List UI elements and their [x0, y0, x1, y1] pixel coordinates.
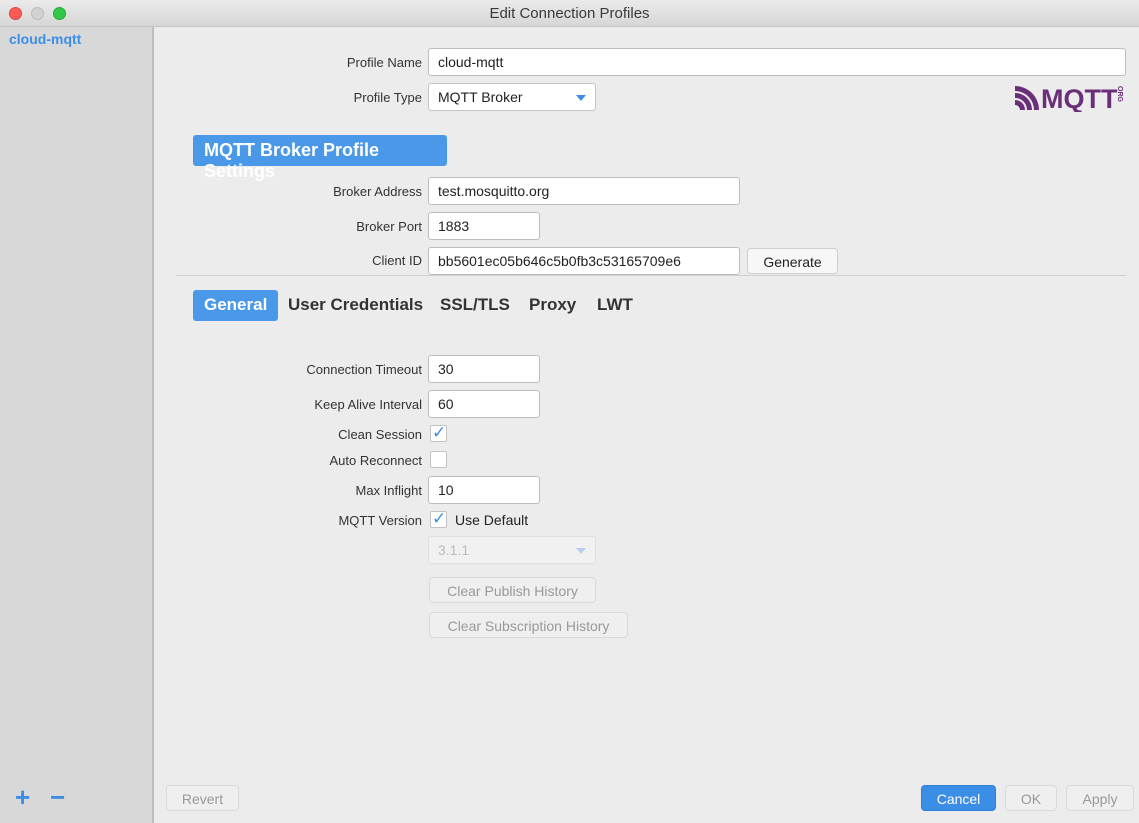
broker-section-title: MQTT Broker Profile Settings	[193, 135, 447, 181]
mqtt-version-value: 3.1.1	[438, 542, 470, 558]
sidebar-item-cloud-mqtt[interactable]: cloud-mqtt	[9, 31, 81, 47]
use-default-label: Use Default	[455, 512, 529, 528]
mqtt-logo-suffix: ORG	[1116, 86, 1123, 103]
clear-subscription-history-button[interactable]: Clear Subscription History	[429, 612, 628, 638]
mqtt-version-label: MQTT Version	[338, 513, 422, 528]
chevron-down-icon	[576, 548, 586, 554]
broker-address-label: Broker Address	[333, 184, 422, 199]
cancel-button[interactable]: Cancel	[921, 785, 996, 811]
auto-reconnect-checkbox[interactable]	[430, 451, 447, 468]
checkmark-icon: ✓	[432, 509, 447, 528]
generate-button[interactable]: Generate	[747, 248, 838, 274]
tab-general[interactable]: General	[193, 290, 279, 321]
title-bar: Edit Connection Profiles	[0, 0, 1139, 27]
apply-button[interactable]: Apply	[1066, 785, 1134, 811]
profile-type-label: Profile Type	[353, 90, 422, 105]
tab-lwt[interactable]: LWT	[597, 290, 633, 321]
keep-alive-input[interactable]: 60	[428, 390, 540, 418]
connection-timeout-label: Connection Timeout	[306, 362, 422, 377]
divider	[176, 275, 1126, 276]
tab-ssl-tls[interactable]: SSL/TLS	[440, 290, 510, 321]
broker-port-input[interactable]: 1883	[428, 212, 540, 240]
profile-type-select[interactable]: MQTT Broker	[428, 83, 596, 111]
use-default-checkbox[interactable]: ✓	[430, 509, 447, 528]
broker-port-label: Broker Port	[356, 219, 422, 234]
window-title: Edit Connection Profiles	[489, 5, 650, 22]
keep-alive-label: Keep Alive Interval	[314, 397, 422, 412]
revert-button[interactable]: Revert	[166, 785, 239, 811]
remove-profile-button[interactable]: −	[50, 784, 65, 810]
profile-name-label: Profile Name	[346, 55, 422, 70]
mqtt-logo: MQTT ORG	[1015, 84, 1123, 112]
checkmark-icon: ✓	[432, 423, 447, 442]
mqtt-version-select[interactable]: 3.1.1	[428, 536, 596, 564]
broker-address-input[interactable]: test.mosquitto.org	[428, 177, 740, 205]
ok-button[interactable]: OK	[1005, 785, 1057, 811]
chevron-down-icon	[576, 95, 586, 101]
profiles-sidebar: cloud-mqtt + −	[0, 27, 154, 823]
clean-session-checkbox[interactable]: ✓	[430, 423, 447, 442]
auto-reconnect-label: Auto Reconnect	[329, 453, 422, 468]
profile-type-value: MQTT Broker	[438, 89, 523, 105]
clean-session-label: Clean Session	[338, 427, 422, 442]
mqtt-logo-text: MQTT	[1041, 84, 1118, 112]
profile-name-input[interactable]: cloud-mqtt	[428, 48, 1126, 76]
tab-user-credentials[interactable]: User Credentials	[288, 290, 423, 321]
tab-proxy[interactable]: Proxy	[529, 290, 576, 321]
max-inflight-label: Max Inflight	[355, 483, 422, 498]
client-id-label: Client ID	[372, 253, 422, 268]
add-profile-button[interactable]: +	[15, 784, 30, 810]
max-inflight-input[interactable]: 10	[428, 476, 540, 504]
clear-publish-history-button[interactable]: Clear Publish History	[429, 577, 596, 603]
client-id-input[interactable]: bb5601ec05b646c5b0fb3c53165709e6	[428, 247, 740, 275]
connection-timeout-input[interactable]: 30	[428, 355, 540, 383]
